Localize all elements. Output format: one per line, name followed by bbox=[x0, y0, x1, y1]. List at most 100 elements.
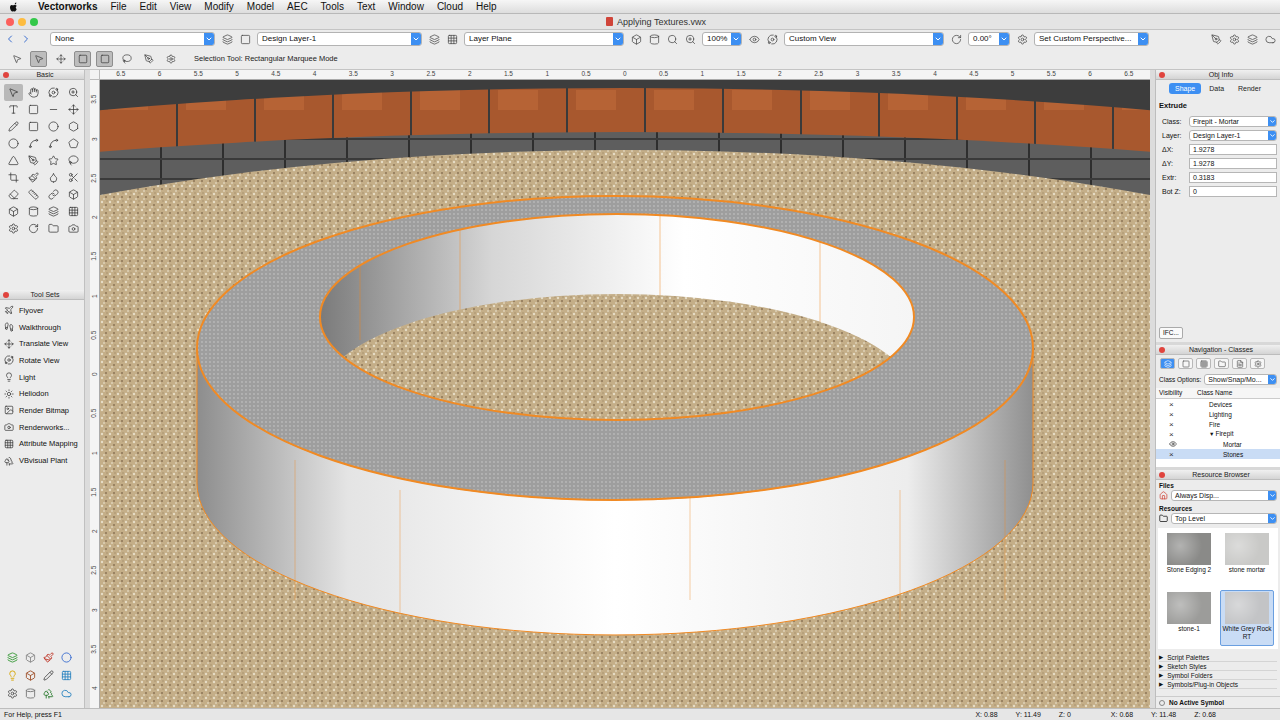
field-input[interactable]: 1.9278 bbox=[1189, 158, 1277, 169]
close-icon[interactable] bbox=[1159, 347, 1165, 353]
tool-button[interactable] bbox=[4, 203, 23, 220]
tool-button[interactable] bbox=[44, 135, 63, 152]
tool-button[interactable] bbox=[24, 118, 43, 135]
resource-item[interactable]: Stone Edging 2 bbox=[1162, 531, 1216, 587]
tool-button[interactable] bbox=[24, 101, 43, 118]
field-dropdown[interactable]: Firepit - Mortar bbox=[1189, 116, 1277, 127]
forward-icon[interactable] bbox=[20, 33, 32, 45]
tool-button[interactable] bbox=[44, 101, 63, 118]
class-row[interactable]: ×▼Firepit bbox=[1156, 429, 1280, 439]
resource-section[interactable]: ▶Symbols/Plug-in Objects bbox=[1159, 680, 1277, 689]
field-dropdown[interactable]: Design Layer-1 bbox=[1189, 130, 1277, 141]
tool-button[interactable] bbox=[4, 84, 23, 101]
visibility-cell[interactable] bbox=[1159, 440, 1197, 448]
zoom-search-button[interactable] bbox=[666, 33, 678, 45]
field-input[interactable]: 1.9278 bbox=[1189, 144, 1277, 155]
navigation-tool[interactable] bbox=[1178, 358, 1193, 369]
mode-button[interactable] bbox=[162, 51, 179, 67]
tool-set-item[interactable]: Translate View bbox=[4, 335, 80, 352]
class-row[interactable]: ×Lighting bbox=[1156, 409, 1280, 419]
app-menu[interactable]: Vectorworks bbox=[38, 2, 97, 12]
expand-toggle[interactable]: ▼ bbox=[1209, 431, 1214, 437]
resource-section[interactable]: ▶Sketch Styles bbox=[1159, 662, 1277, 671]
perspective-dropdown[interactable]: Set Custom Perspective... bbox=[1034, 32, 1149, 46]
zoom-button[interactable] bbox=[30, 18, 38, 26]
class-visibility-button[interactable] bbox=[239, 33, 251, 45]
close-icon[interactable] bbox=[1159, 72, 1165, 78]
back-icon[interactable] bbox=[4, 33, 16, 45]
column-header[interactable]: Visibility bbox=[1159, 389, 1197, 397]
palette-button[interactable] bbox=[22, 649, 39, 666]
render-view[interactable] bbox=[100, 80, 1150, 708]
tool-button[interactable] bbox=[4, 101, 23, 118]
tool-button[interactable] bbox=[44, 169, 63, 186]
palette-button[interactable] bbox=[22, 685, 39, 702]
mode-button[interactable] bbox=[30, 51, 47, 67]
tool-button[interactable] bbox=[64, 101, 83, 118]
tool-button[interactable] bbox=[64, 186, 83, 203]
palette-button[interactable] bbox=[4, 667, 21, 684]
menu-item[interactable]: Text bbox=[357, 2, 375, 12]
mode-button[interactable] bbox=[74, 51, 91, 67]
visibility-cell[interactable]: × bbox=[1159, 420, 1197, 429]
palette-button[interactable] bbox=[40, 649, 57, 666]
menu-item[interactable]: AEC bbox=[287, 2, 308, 12]
palette-button[interactable] bbox=[4, 649, 21, 666]
close-icon[interactable] bbox=[1159, 472, 1165, 478]
menu-item[interactable]: View bbox=[170, 2, 192, 12]
tool-button[interactable] bbox=[64, 135, 83, 152]
tool-button[interactable] bbox=[64, 169, 83, 186]
field-input[interactable]: 0 bbox=[1189, 186, 1277, 197]
menu-item[interactable]: Help bbox=[476, 2, 497, 12]
tool-set-item[interactable]: VBvisual Plant bbox=[4, 452, 80, 469]
minimize-button[interactable] bbox=[18, 18, 26, 26]
tool-button[interactable] bbox=[44, 118, 63, 135]
palette-button[interactable] bbox=[58, 685, 75, 702]
tool-button[interactable] bbox=[44, 152, 63, 169]
class-dropdown[interactable]: None bbox=[50, 32, 215, 46]
tool-button[interactable] bbox=[64, 118, 83, 135]
palette-button[interactable] bbox=[40, 685, 57, 702]
palette-button[interactable] bbox=[58, 667, 75, 684]
class-row[interactable]: ×Devices bbox=[1156, 399, 1280, 409]
tool-button[interactable] bbox=[44, 203, 63, 220]
resource-section[interactable]: ▶Symbol Folders bbox=[1159, 671, 1277, 680]
render-mode-button[interactable] bbox=[630, 33, 642, 45]
tool-button[interactable] bbox=[44, 84, 63, 101]
navigation-tool[interactable] bbox=[1232, 358, 1247, 369]
apple-icon[interactable] bbox=[10, 2, 19, 12]
rotation-field[interactable]: 0.00° bbox=[968, 32, 1010, 46]
tool-button[interactable] bbox=[24, 84, 43, 101]
preferences-button[interactable] bbox=[1228, 33, 1240, 45]
navigation-tool[interactable] bbox=[1250, 358, 1265, 369]
navigation-tool[interactable] bbox=[1196, 358, 1211, 369]
tool-button[interactable] bbox=[4, 152, 23, 169]
tab[interactable]: Shape bbox=[1169, 83, 1201, 94]
tab[interactable]: Render bbox=[1232, 83, 1267, 94]
layer-options-button[interactable] bbox=[428, 33, 440, 45]
tool-button[interactable] bbox=[4, 135, 23, 152]
tool-set-item[interactable]: Render Bitmap bbox=[4, 402, 80, 419]
resources-dropdown[interactable]: Top Level bbox=[1171, 513, 1277, 524]
tool-button[interactable] bbox=[24, 135, 43, 152]
visibility-cell[interactable]: × bbox=[1159, 430, 1197, 439]
close-button[interactable] bbox=[6, 18, 14, 26]
tool-button[interactable] bbox=[64, 84, 83, 101]
zoom-dropdown[interactable]: 100% bbox=[702, 32, 742, 46]
tool-button[interactable] bbox=[24, 169, 43, 186]
class-options-button[interactable] bbox=[221, 33, 233, 45]
menu-item[interactable]: File bbox=[110, 2, 126, 12]
menu-item[interactable]: Cloud bbox=[437, 2, 463, 12]
tool-set-item[interactable]: Heliodon bbox=[4, 385, 80, 402]
tool-button[interactable] bbox=[4, 220, 23, 237]
field-input[interactable]: 0.3183 bbox=[1189, 172, 1277, 183]
tool-button[interactable] bbox=[64, 152, 83, 169]
tool-set-item[interactable]: Light bbox=[4, 369, 80, 386]
files-dropdown[interactable]: Always Disp... bbox=[1171, 490, 1277, 501]
firepit-top-face[interactable] bbox=[197, 196, 1033, 500]
palette-button[interactable] bbox=[40, 667, 57, 684]
mode-button[interactable] bbox=[118, 51, 135, 67]
plane-dropdown[interactable]: Layer Plane bbox=[464, 32, 624, 46]
ifc-button[interactable]: IFC... bbox=[1159, 327, 1183, 339]
palette-button[interactable] bbox=[4, 685, 21, 702]
